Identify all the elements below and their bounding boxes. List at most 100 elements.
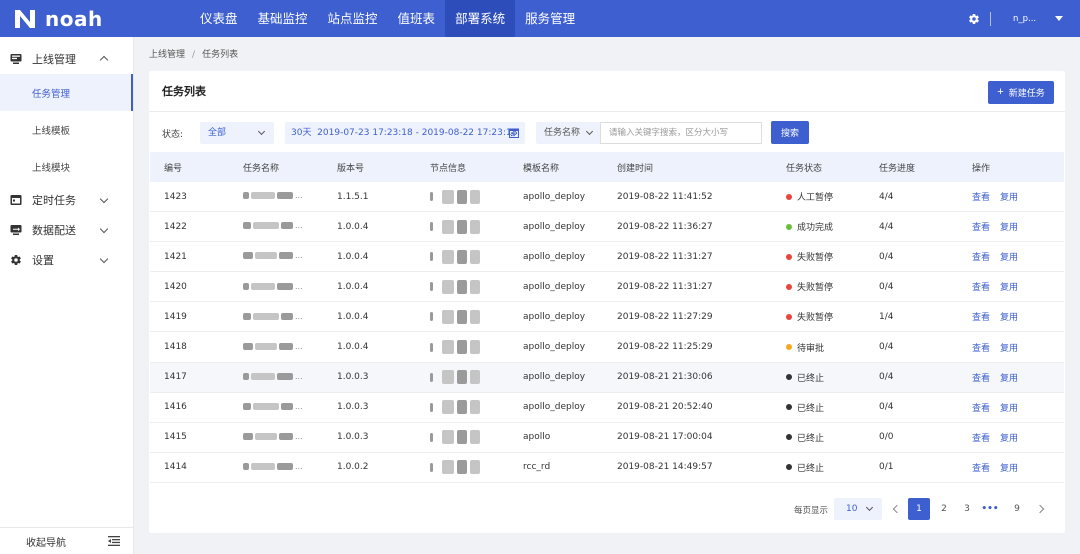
table-row[interactable]: 1423... 1.1.5.1 apollo_deploy 2019-08-22 11… — [150, 182, 1064, 213]
table-row[interactable]: 1420... 1.0.0.4 apollo_deploy 2019-08-22 11… — [150, 272, 1064, 303]
status-filter-select[interactable]: 全部 — [200, 122, 274, 144]
redacted-node-info — [430, 370, 483, 385]
progress-cell: 0/4 — [879, 372, 894, 383]
sidebar-group-data-delivery[interactable]: 数据配送 — [0, 215, 133, 245]
sidebar-item-deploy-template[interactable]: 上线模板 — [0, 111, 133, 148]
status-cell: 失败暂停 — [786, 250, 879, 263]
status-cell: 待审批 — [786, 341, 879, 354]
nav-item-0[interactable]: 仪表盘 — [190, 0, 248, 37]
table-row[interactable]: 1416... 1.0.0.3 apollo_deploy 2019-08-21 20… — [150, 393, 1064, 423]
redacted-task-name: ... — [243, 462, 303, 472]
sidebar-group-label: 上线管理 — [32, 53, 76, 66]
table-row[interactable]: 1414... 1.0.0.2 rcc_rd 2019-08-21 14:49:57 已… — [150, 453, 1064, 483]
page-ellipsis[interactable]: ••• — [979, 498, 1001, 520]
table-row[interactable]: 1415... 1.0.0.3 apollo 2019-08-21 17:00:04 已… — [150, 423, 1064, 453]
task-name-cell: ... — [243, 312, 337, 323]
nav-item-3[interactable]: 值班表 — [388, 0, 446, 37]
created-time-cell: 2019-08-21 20:52:40 — [617, 402, 713, 413]
redacted-task-name: ... — [243, 402, 303, 412]
redacted-task-name: ... — [243, 432, 303, 442]
reuse-link[interactable]: 复用 — [1000, 404, 1018, 414]
reuse-link[interactable]: 复用 — [1000, 344, 1018, 354]
table-row[interactable]: 1418... 1.0.0.4 apollo_deploy 2019-08-22 11… — [150, 332, 1064, 363]
page-button-2[interactable]: 2 — [933, 498, 955, 520]
view-link[interactable]: 查看 — [972, 193, 990, 203]
view-link[interactable]: 查看 — [972, 464, 990, 474]
view-link[interactable]: 查看 — [972, 344, 990, 354]
nav-item-2[interactable]: 站点监控 — [318, 0, 388, 37]
reuse-link[interactable]: 复用 — [1000, 434, 1018, 444]
search-input[interactable] — [600, 122, 762, 144]
view-link[interactable]: 查看 — [972, 404, 990, 414]
status-badge: 已终止 — [786, 431, 879, 444]
sidebar-group-scheduled-tasks[interactable]: 定时任务 — [0, 185, 133, 215]
created-time-cell: 2019-08-21 14:49:57 — [617, 462, 713, 473]
column-header: 操作 — [972, 163, 991, 174]
node-info-cell — [430, 370, 523, 385]
prev-page-icon[interactable] — [892, 504, 902, 514]
sidebar-item-deploy-module[interactable]: 上线模块 — [0, 148, 133, 185]
version-cell: 1.0.0.3 — [337, 372, 369, 383]
progress-cell: 4/4 — [879, 221, 894, 232]
status-text: 已终止 — [797, 403, 825, 414]
per-page-label: 每页显示 — [794, 506, 829, 516]
created-time-cell: 2019-08-22 11:27:29 — [617, 311, 713, 322]
task-id: 1420 — [164, 281, 187, 292]
pagination: 每页显示 10 1 2 3 ••• 9 — [149, 498, 1065, 520]
page-button-1[interactable]: 1 — [908, 498, 930, 520]
chevron-down-icon — [257, 127, 266, 136]
reuse-link[interactable]: 复用 — [1000, 313, 1018, 323]
status-dot-icon — [786, 434, 792, 441]
next-page-icon[interactable] — [1035, 504, 1045, 514]
per-page-select[interactable]: 10 — [834, 498, 882, 520]
template-cell: apollo_deploy — [523, 191, 586, 202]
column-header: 编号 — [164, 163, 183, 174]
template-cell: apollo — [523, 432, 551, 443]
table-row[interactable]: 1419... 1.0.0.4 apollo_deploy 2019-08-22 11… — [150, 302, 1064, 333]
table-row[interactable]: 1417... 1.0.0.3 apollo_deploy 2019-08-21 21… — [150, 362, 1064, 393]
version-cell: 1.0.0.4 — [337, 281, 369, 292]
reuse-link[interactable]: 复用 — [1000, 464, 1018, 474]
nav-item-4[interactable]: 部署系统 — [445, 0, 516, 37]
status-cell: 已终止 — [786, 371, 879, 384]
status-dot-icon — [786, 253, 792, 260]
nav-item-1[interactable]: 基础监控 — [248, 0, 318, 37]
nav-item-5[interactable]: 服务管理 — [515, 0, 585, 37]
sidebar-group-deploy-management[interactable]: 上线管理 — [0, 44, 133, 74]
table-row[interactable]: 1422... 1.0.0.4 apollo_deploy 2019-08-22 11… — [150, 212, 1064, 243]
search-button[interactable]: 搜索 — [771, 121, 809, 144]
reuse-link[interactable]: 复用 — [1000, 223, 1018, 233]
reuse-link[interactable]: 复用 — [1000, 193, 1018, 203]
task-name-cell: ... — [243, 282, 337, 293]
status-badge: 待审批 — [786, 341, 879, 354]
reuse-link[interactable]: 复用 — [1000, 253, 1018, 263]
logo[interactable]: noah — [0, 0, 190, 37]
task-name-cell: ... — [243, 221, 337, 232]
reuse-link[interactable]: 复用 — [1000, 283, 1018, 293]
progress-cell: 0/4 — [879, 342, 894, 353]
view-link[interactable]: 查看 — [972, 223, 990, 233]
view-link[interactable]: 查看 — [972, 253, 990, 263]
date-range-picker[interactable]: 30天 2019-07-23 17:23:18 - 2019-08-22 17:… — [285, 122, 525, 144]
page-button-9[interactable]: 9 — [1006, 498, 1028, 520]
collapse-nav-button[interactable]: 收起导航 — [0, 527, 133, 554]
sidebar-group-settings[interactable]: 设置 — [0, 245, 133, 275]
sidebar-item-label: 上线模板 — [32, 125, 71, 137]
settings-gear-icon[interactable] — [968, 13, 980, 25]
reuse-link[interactable]: 复用 — [1000, 374, 1018, 384]
breadcrumb-item[interactable]: 上线管理 — [149, 50, 185, 60]
view-link[interactable]: 查看 — [972, 283, 990, 293]
sidebar-group-label: 定时任务 — [32, 194, 76, 207]
user-dropdown-caret-icon[interactable] — [1055, 16, 1063, 21]
sidebar-item-task-management[interactable]: 任务管理 — [0, 74, 133, 111]
view-link[interactable]: 查看 — [972, 434, 990, 444]
page-button-3[interactable]: 3 — [956, 498, 978, 520]
new-task-button[interactable]: + 新建任务 — [988, 81, 1054, 104]
user-name[interactable]: n_p... — [1013, 14, 1047, 24]
view-link[interactable]: 查看 — [972, 313, 990, 323]
sidebar-group-label: 设置 — [32, 254, 54, 267]
table-row[interactable]: 1421... 1.0.0.4 apollo_deploy 2019-08-22 11… — [150, 242, 1064, 273]
template-cell: apollo_deploy — [523, 251, 586, 262]
view-link[interactable]: 查看 — [972, 374, 990, 384]
search-type-select[interactable]: 任务名称 — [536, 122, 600, 144]
